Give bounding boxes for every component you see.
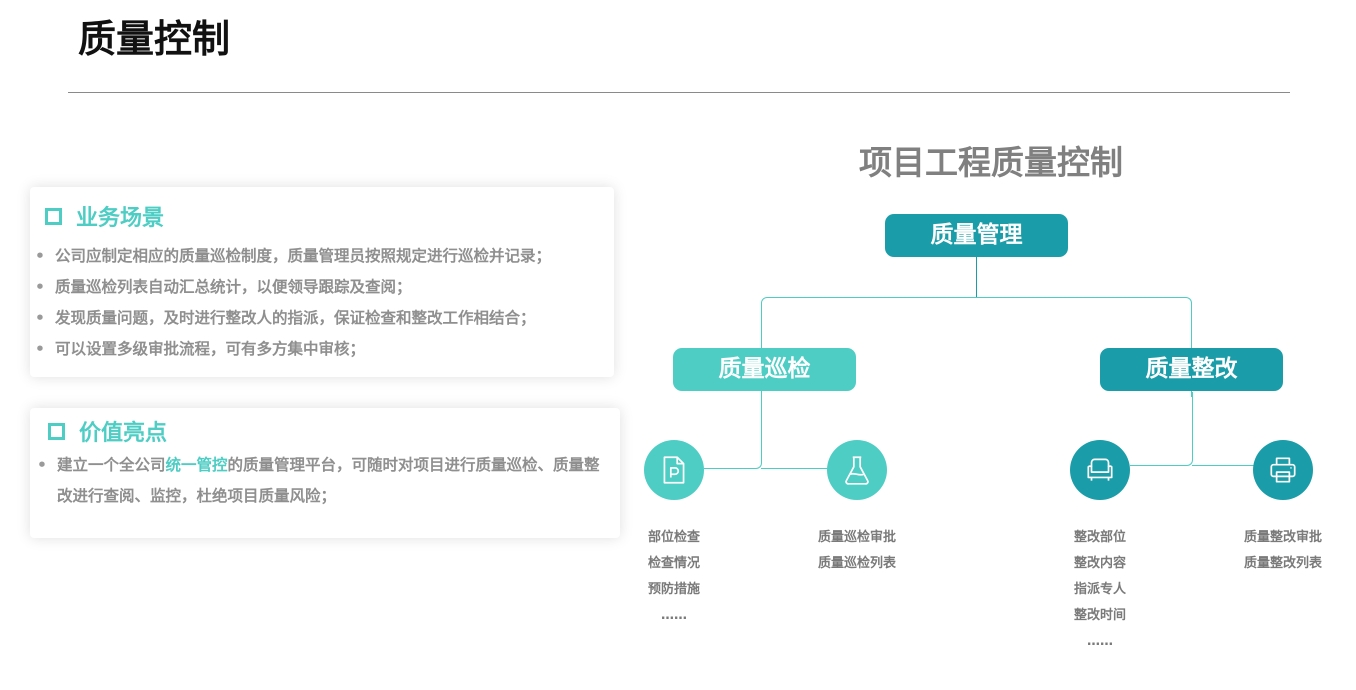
org-chart-title: 项目工程质量控制	[859, 143, 1123, 182]
connector-line	[976, 257, 977, 297]
list-item: 公司应制定相应的质量巡检制度，质量管理员按照规定进行巡检并记录；	[35, 241, 551, 272]
leaf-labels-inspection-approval: 质量巡检审批 质量巡检列表	[807, 525, 907, 577]
connector-line	[1192, 465, 1254, 466]
page-title: 质量控制	[78, 17, 231, 61]
business-scenario-header: 业务场景	[45, 200, 164, 232]
value-highlights-card: 价值亮点 建立一个全公司统一管控的质量管理平台，可随时对项目进行质量巡检、质量整…	[30, 408, 620, 538]
node-quality-rectification: 质量整改	[1100, 348, 1283, 391]
leaf-labels-inspection-items: 部位检查 检查情况 预防措施 ……	[634, 525, 714, 629]
value-highlights-title: 价值亮点	[79, 421, 168, 446]
list-item: 整改内容	[1073, 556, 1126, 571]
list-item: ……	[1087, 634, 1113, 649]
leaf-labels-rectification-items: 整改部位 整改内容 指派专人 整改时间 ……	[1060, 525, 1140, 655]
list-item: 部位检查	[647, 530, 700, 545]
list-item: 检查情况	[647, 556, 700, 571]
business-scenario-title: 业务场景	[76, 206, 165, 231]
list-item: 整改部位	[1073, 530, 1126, 545]
node-quality-inspection: 质量巡检	[673, 348, 856, 391]
printer-icon	[1253, 440, 1313, 500]
flask-icon	[827, 440, 887, 500]
list-item: 质量整改列表	[1243, 556, 1322, 571]
value-text-prefix: 建立一个全公司	[57, 456, 166, 474]
list-item: 质量巡检列表	[817, 556, 896, 571]
connector-line	[761, 468, 828, 469]
node-quality-management: 质量管理	[885, 214, 1068, 257]
list-item: 预防措施	[647, 582, 700, 597]
square-bullet-icon	[48, 422, 65, 440]
connector-line	[1130, 392, 1193, 466]
list-item: 质量整改审批	[1243, 530, 1322, 545]
connector-line	[704, 392, 762, 469]
list-item: 整改时间	[1073, 608, 1126, 623]
value-highlights-header: 价值亮点	[48, 415, 167, 447]
business-scenario-card: 业务场景 公司应制定相应的质量巡检制度，质量管理员按照规定进行巡检并记录； 质量…	[30, 187, 614, 377]
list-item: 质量巡检列表自动汇总统计，以便领导跟踪及查阅；	[35, 272, 551, 303]
value-text-highlight: 统一管控	[165, 456, 228, 474]
list-item: 质量巡检审批	[817, 530, 896, 545]
title-divider	[68, 92, 1290, 93]
leaf-labels-rectification-approval: 质量整改审批 质量整改列表	[1233, 525, 1333, 577]
list-item: 指派专人	[1073, 582, 1126, 597]
value-highlights-list: 建立一个全公司统一管控的质量管理平台，可随时对项目进行质量巡检、质量整改进行查阅…	[37, 450, 602, 512]
square-bullet-icon	[45, 207, 62, 225]
list-item: 可以设置多级审批流程，可有多方集中审核；	[35, 334, 551, 365]
list-item: 发现质量问题，及时进行整改人的指派，保证检查和整改工作相结合；	[35, 303, 551, 334]
list-item: ……	[661, 608, 687, 623]
sofa-icon	[1070, 440, 1130, 500]
list-item: 建立一个全公司统一管控的质量管理平台，可随时对项目进行质量巡检、质量整改进行查阅…	[37, 450, 602, 512]
document-p-icon	[644, 440, 704, 500]
business-scenario-list: 公司应制定相应的质量巡检制度，质量管理员按照规定进行巡检并记录； 质量巡检列表自…	[35, 241, 551, 365]
